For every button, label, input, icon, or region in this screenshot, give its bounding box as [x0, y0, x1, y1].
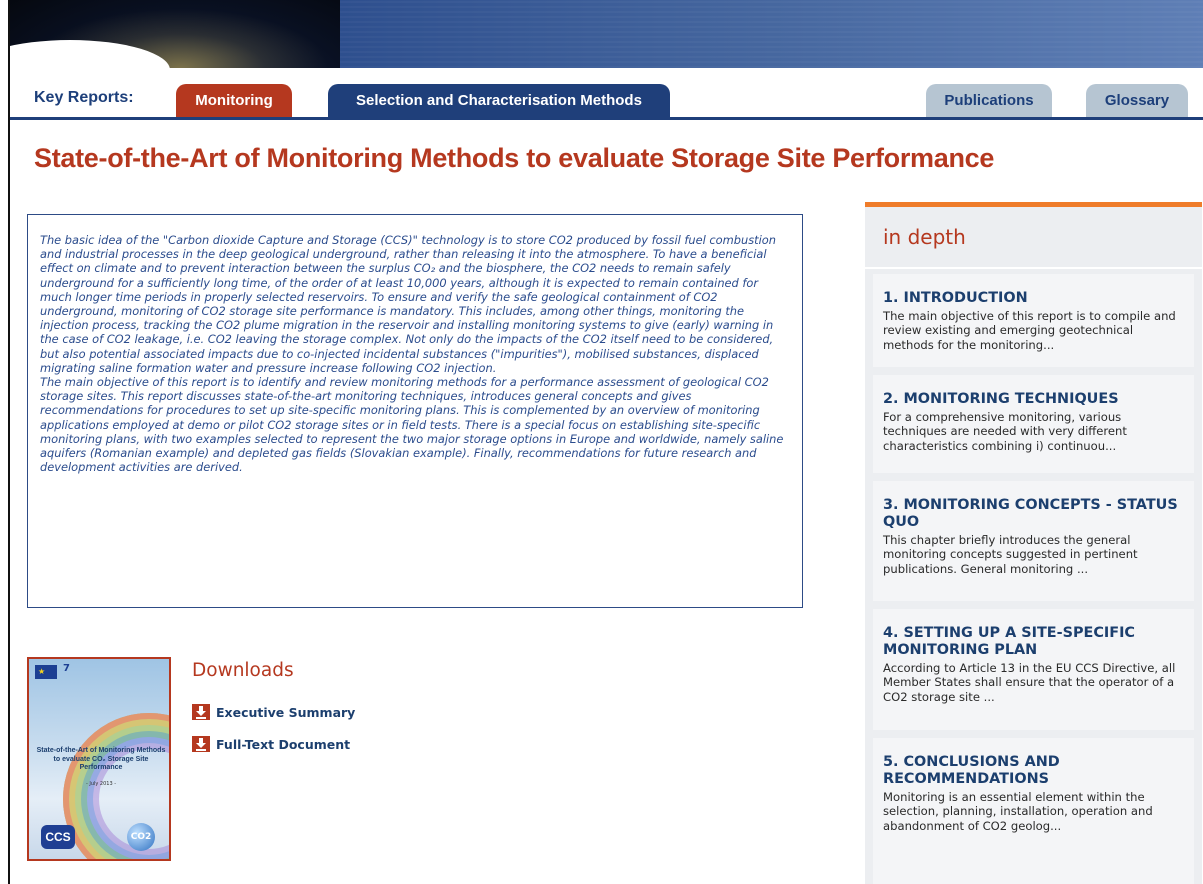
eu-stars-icon: ★ [38, 667, 46, 676]
section-teaser: Monitoring is an essential element withi… [883, 790, 1153, 833]
tab-monitoring[interactable]: Monitoring [176, 84, 292, 117]
sidebar-section-monitoring-techniques[interactable]: 2. MONITORING TECHNIQUES For a comprehen… [873, 375, 1194, 473]
sidebar-section-conclusions[interactable]: 5. CONCLUSIONS AND RECOMMENDATIONS Monit… [873, 738, 1194, 884]
section-title[interactable]: 4. SETTING UP A SITE-SPECIFIC MONITORING… [883, 625, 1184, 659]
abstract-box: The basic idea of the "Carbon dioxide Ca… [27, 214, 803, 608]
page-frame: Key Reports: Monitoring Selection and Ch… [8, 0, 1203, 884]
section-teaser: For a comprehensive monitoring, various … [883, 410, 1127, 453]
report-cover-image[interactable]: ★ 7 State-of-the-Art of Monitoring Metho… [27, 657, 171, 861]
sidebar-accent-rule [865, 202, 1202, 207]
section-title[interactable]: 5. CONCLUSIONS AND RECOMMENDATIONS [883, 754, 1184, 788]
section-teaser: According to Article 13 in the EU CCS Di… [883, 661, 1176, 704]
section-teaser: The main objective of this report is to … [883, 309, 1176, 352]
abstract-paragraph-1: The basic idea of the "Carbon dioxide Ca… [40, 233, 776, 375]
abstract-paragraph-2: The main objective of this report is to … [40, 375, 784, 475]
tab-selection-characterisation[interactable]: Selection and Characterisation Methods [328, 84, 670, 117]
ccs-logo: CCS [41, 825, 75, 849]
download-executive-summary[interactable]: Executive Summary [192, 703, 355, 721]
fp7-logo: 7 [63, 663, 70, 674]
section-teaser: This chapter briefly introduces the gene… [883, 533, 1138, 576]
downloads-heading: Downloads [192, 660, 294, 681]
download-icon [192, 704, 210, 720]
download-link-label[interactable]: Full-Text Document [216, 737, 350, 752]
section-title[interactable]: 1. INTRODUCTION [883, 290, 1184, 307]
section-title[interactable]: 2. MONITORING TECHNIQUES [883, 391, 1184, 408]
sidebar-section-site-specific-plan[interactable]: 4. SETTING UP A SITE-SPECIFIC MONITORING… [873, 609, 1194, 730]
key-reports-label: Key Reports: [34, 89, 134, 106]
sidebar-divider [865, 267, 1202, 269]
sidebar-title: in depth [883, 225, 966, 249]
cover-title: State-of-the-Art of Monitoring Methods t… [36, 747, 166, 771]
sidebar-section-introduction[interactable]: 1. INTRODUCTION The main objective of th… [873, 274, 1194, 367]
in-depth-sidebar: in depth 1. INTRODUCTION The main object… [865, 202, 1202, 884]
download-link-label[interactable]: Executive Summary [216, 705, 355, 720]
download-full-text[interactable]: Full-Text Document [192, 735, 350, 753]
tab-publications[interactable]: Publications [926, 84, 1052, 117]
download-icon [192, 736, 210, 752]
page-title: State-of-the-Art of Monitoring Methods t… [34, 143, 995, 173]
key-reports-nav: Key Reports: Monitoring Selection and Ch… [10, 80, 1203, 120]
tab-glossary[interactable]: Glossary [1086, 84, 1188, 117]
banner-sky-image [340, 0, 1203, 68]
section-title[interactable]: 3. MONITORING CONCEPTS - STATUS QUO [883, 497, 1184, 531]
sidebar-section-monitoring-concepts[interactable]: 3. MONITORING CONCEPTS - STATUS QUO This… [873, 481, 1194, 601]
co2-logo: CO2 [127, 823, 155, 851]
cover-date: - July 2013 - [85, 781, 117, 787]
header-banner [10, 0, 1203, 68]
